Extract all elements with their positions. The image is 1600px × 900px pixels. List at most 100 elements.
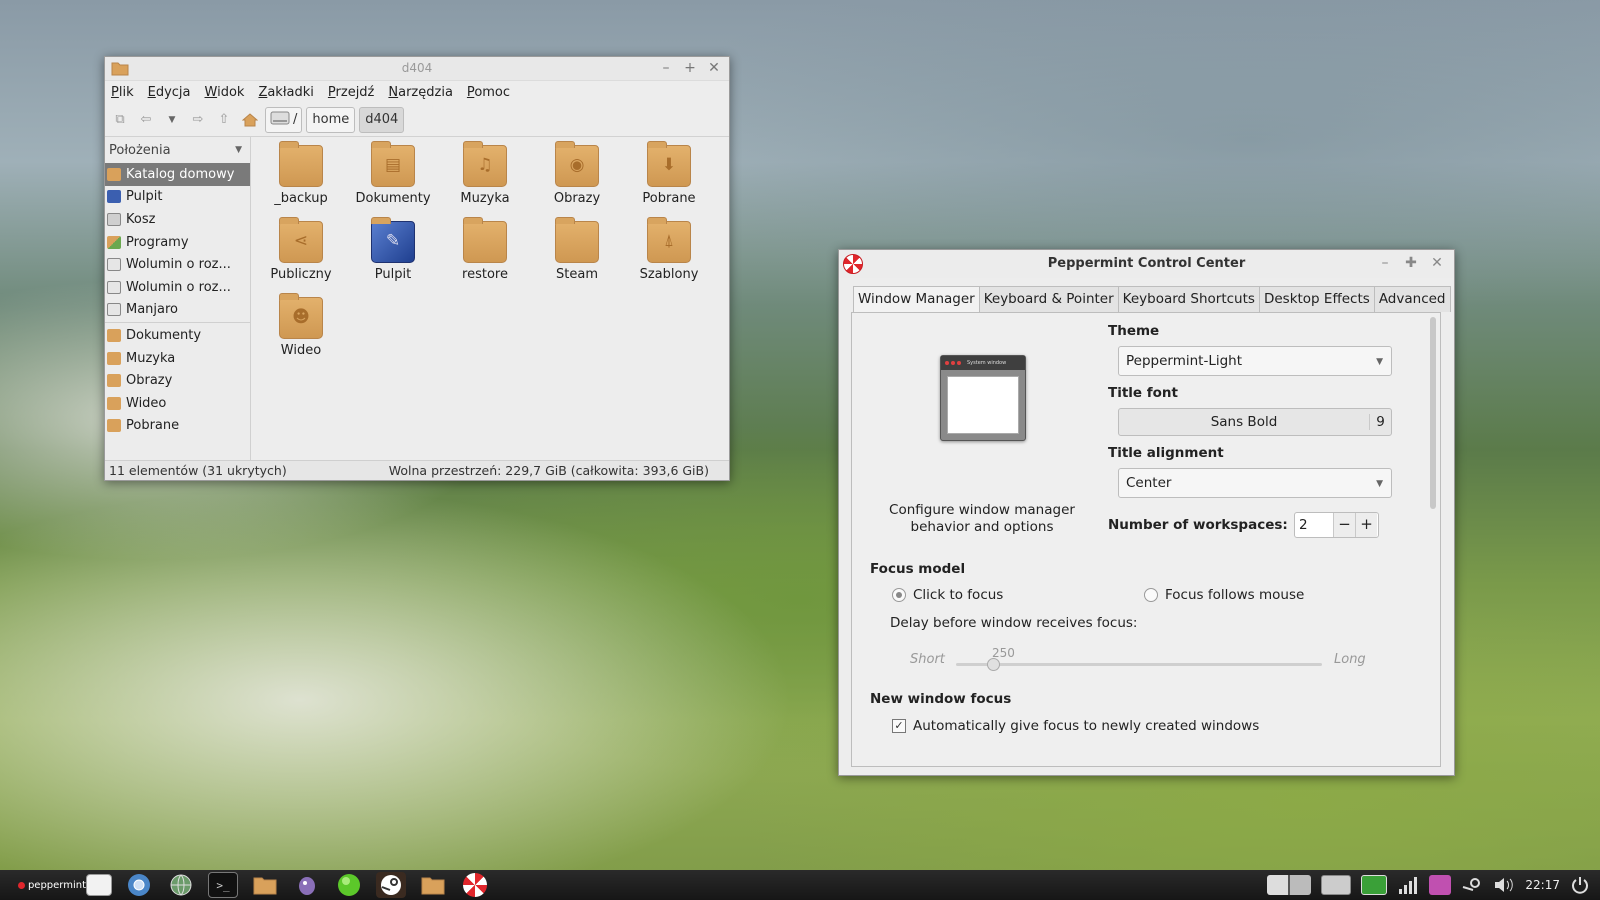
sidebar-item-pulpit[interactable]: Pulpit (105, 186, 250, 209)
menu-button[interactable]: peppermint (0, 870, 86, 900)
history-dropdown-icon[interactable]: ▼ (161, 109, 183, 131)
breadcrumb-d404[interactable]: d404 (359, 106, 405, 133)
workspaces-value[interactable]: 2 (1295, 517, 1333, 533)
forward-arrow-icon[interactable]: ⇨ (187, 109, 209, 131)
file-item-backup[interactable]: _backup (255, 141, 347, 206)
up-arrow-icon[interactable]: ⇧ (213, 109, 235, 131)
click-to-focus-radio[interactable]: Click to focus (892, 587, 1003, 603)
dropdown-arrow-icon[interactable]: ▼ (235, 145, 242, 155)
title-alignment-select[interactable]: Center ▼ (1118, 468, 1392, 498)
system-tray: 22:17 (1267, 870, 1600, 900)
close-icon[interactable]: ✕ (1430, 255, 1444, 271)
peppermint-icon[interactable] (460, 872, 490, 898)
sidebar-item-obrazy[interactable]: Obrazy (105, 369, 250, 392)
messaging-icon[interactable] (1429, 875, 1452, 895)
back-arrow-icon[interactable]: ⇦ (135, 109, 157, 131)
minimize-icon[interactable]: – (659, 60, 673, 76)
file-item-muzyka[interactable]: ♫ Muzyka (439, 141, 531, 206)
folder-icon (463, 217, 507, 263)
network-globe-icon[interactable] (166, 872, 196, 898)
menu-narzedzia[interactable]: Narzędzia (388, 85, 453, 100)
signal-icon[interactable] (1397, 875, 1419, 895)
tab-keyboard-shortcuts[interactable]: Keyboard Shortcuts (1117, 286, 1260, 312)
battery-icon[interactable] (1361, 875, 1388, 895)
menu-zakladki[interactable]: Zakładki (258, 85, 313, 100)
file-item-dokumenty[interactable]: ▤ Dokumenty (347, 141, 439, 206)
new-tab-icon[interactable]: ⧉ (109, 109, 131, 131)
status-item-count: 11 elementów (31 ukrytych) (109, 463, 287, 478)
power-icon[interactable] (1570, 875, 1592, 895)
sidebar-item-pobrane[interactable]: Pobrane (105, 415, 250, 438)
file-item-szablony[interactable]: ⍋ Szablony (623, 217, 715, 282)
slider-short-label: Short (910, 652, 945, 667)
workspace-switcher-icon[interactable] (1267, 875, 1312, 895)
sidebar-item-wolumin-1[interactable]: Wolumin o roz... (105, 253, 250, 276)
menu-edycja[interactable]: Edycja (148, 85, 191, 100)
breadcrumb-home[interactable]: home (306, 106, 356, 133)
tab-keyboard-pointer[interactable]: Keyboard & Pointer (978, 286, 1119, 312)
steam-tray-icon[interactable] (1461, 875, 1483, 895)
breadcrumb-root[interactable]: / (265, 106, 303, 133)
pidgin-icon[interactable] (292, 872, 322, 898)
focus-delay-slider[interactable] (956, 658, 1322, 671)
folder-icon[interactable] (418, 872, 448, 898)
workspaces-spinner[interactable]: 2 − + (1294, 512, 1379, 538)
applications-icon (107, 235, 121, 249)
menu-plik[interactable]: Plik (111, 85, 134, 100)
file-item-obrazy[interactable]: ◉ Obrazy (531, 141, 623, 206)
focus-follows-mouse-radio[interactable]: Focus follows mouse (1144, 587, 1304, 603)
close-icon[interactable]: ✕ (707, 60, 721, 76)
increment-button[interactable]: + (1355, 513, 1377, 537)
status-free-space: Wolna przestrzeń: 229,7 GiB (całkowita: … (388, 463, 709, 478)
public-folder-icon: ⋖ (279, 217, 323, 263)
file-item-wideo[interactable]: ☻ Wideo (255, 293, 347, 358)
terminal-icon[interactable]: >_ (208, 872, 238, 898)
theme-select[interactable]: Peppermint-Light ▼ (1118, 346, 1392, 376)
window-icon[interactable] (86, 874, 112, 896)
file-item-pobrane[interactable]: ⬇ Pobrane (623, 141, 715, 206)
sidebar-item-dokumenty[interactable]: Dokumenty (105, 324, 250, 347)
sidebar-item-programy[interactable]: Programy (105, 231, 250, 254)
show-desktop-icon[interactable] (1321, 875, 1352, 895)
sidebar-item-manjaro[interactable]: Manjaro (105, 299, 250, 322)
home-icon[interactable] (239, 109, 261, 131)
slider-handle[interactable] (986, 658, 1000, 671)
folder-icon[interactable] (250, 872, 280, 898)
radio-selected-icon (892, 588, 906, 602)
sidebar-item-wolumin-2[interactable]: Wolumin o roz... (105, 276, 250, 299)
chromium-icon[interactable] (124, 872, 154, 898)
maximize-icon[interactable]: + (683, 60, 697, 76)
minimize-icon[interactable]: – (1378, 255, 1392, 271)
maximize-icon[interactable]: ✚ (1404, 255, 1418, 271)
tab-window-manager[interactable]: Window Manager (853, 286, 980, 312)
sidebar-item-kosz[interactable]: Kosz (105, 208, 250, 231)
videos-folder-icon: ☻ (279, 293, 323, 339)
clock[interactable]: 22:17 (1525, 878, 1560, 892)
sidebar-item-muzyka[interactable]: Muzyka (105, 347, 250, 370)
tab-advanced[interactable]: Advanced (1373, 286, 1451, 312)
new-window-focus-label: New window focus (870, 691, 1012, 707)
tab-desktop-effects[interactable]: Desktop Effects (1258, 286, 1375, 312)
places-header[interactable]: Położenia ▼ (105, 137, 250, 163)
sidebar-item-wideo[interactable]: Wideo (105, 392, 250, 415)
menu-pomoc[interactable]: Pomoc (467, 85, 510, 100)
file-item-restore[interactable]: restore (439, 217, 531, 282)
scrollbar[interactable] (1430, 317, 1436, 509)
control-center-titlebar[interactable]: Peppermint Control Center – ✚ ✕ (839, 250, 1454, 278)
file-item-pulpit[interactable]: ✎ Pulpit (347, 217, 439, 282)
documents-folder-icon: ▤ (371, 141, 415, 187)
volume-icon[interactable] (1493, 875, 1515, 895)
sidebar-item-katalog-domowy[interactable]: Katalog domowy (105, 163, 250, 186)
steam-icon[interactable] (376, 872, 406, 898)
title-font-button[interactable]: Sans Bold 9 (1118, 408, 1392, 436)
file-item-publiczny[interactable]: ⋖ Publiczny (255, 217, 347, 282)
auto-focus-checkbox[interactable]: ✓ Automatically give focus to newly crea… (892, 718, 1259, 734)
green-orb-icon[interactable] (334, 872, 364, 898)
menu-przejdz[interactable]: Przejdź (328, 85, 374, 100)
file-manager-titlebar[interactable]: d404 – + ✕ (105, 57, 729, 81)
window-manager-page: System window Configure window manager b… (851, 312, 1441, 767)
templates-folder-icon: ⍋ (647, 217, 691, 263)
file-item-steam[interactable]: Steam (531, 217, 623, 282)
decrement-button[interactable]: − (1333, 513, 1355, 537)
menu-widok[interactable]: Widok (205, 85, 245, 100)
